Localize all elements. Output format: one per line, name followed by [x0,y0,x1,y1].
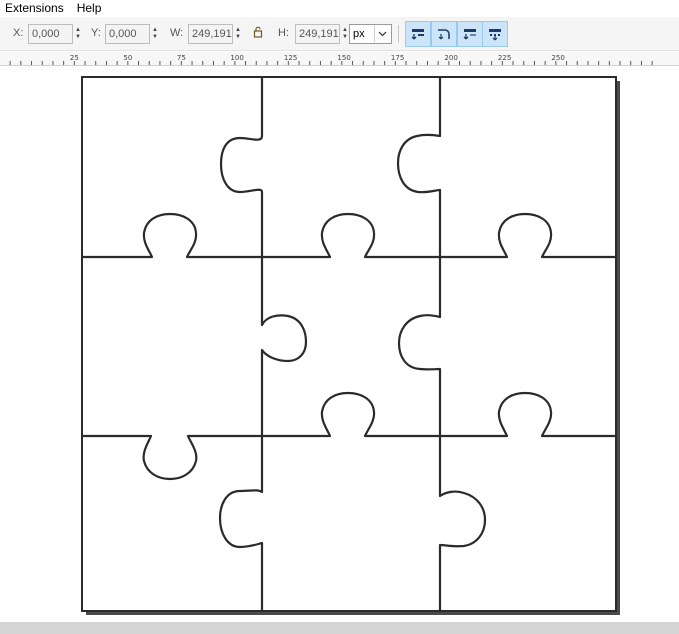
x-field[interactable]: 0,000 [28,24,73,44]
move-gradients-icon [463,29,476,40]
page-border [81,76,617,612]
move-patterns-icon [489,29,501,41]
x-spin-arrows[interactable]: ▲ ▼ [73,24,83,44]
ruler-label: 250 [551,54,564,62]
lock-icon[interactable] [252,26,264,40]
tool-controls-bar: X: 0,000 ▲ ▼ Y: 0,000 ▲ ▼ W: 249,191 ▲ ▼ H:… [0,17,679,51]
ruler-label: 25 [70,54,79,62]
scale-corners-icon [438,29,450,40]
ruler-label: 150 [337,54,350,62]
y-field[interactable]: 0,000 [105,24,150,44]
drawing-area [80,76,620,615]
menu-help[interactable]: Help [71,0,109,17]
x-label: X: [13,27,24,39]
canvas[interactable] [0,66,679,622]
y-spin-arrows[interactable]: ▲ ▼ [150,24,160,44]
ruler-label: 100 [230,54,243,62]
horizontal-scrollbar[interactable] [0,622,679,634]
ruler-label: 175 [391,54,404,62]
ruler-label: 200 [444,54,457,62]
menu-bar: Extensions Help [0,0,679,17]
unit-value: px [353,28,365,40]
ruler-label: 225 [498,54,511,62]
toolbar-separator [398,25,399,43]
ruler-label: 50 [123,54,132,62]
unit-select[interactable]: px [349,24,392,44]
w-label: W: [170,27,184,39]
menu-extensions[interactable]: Extensions [0,0,71,17]
scale-stroke-icon [411,29,424,40]
chevron-down-icon [374,26,390,42]
ruler-ticks: 25 50 75 100 125 150 175 200 225 250 [9,54,653,65]
move-gradients-toggle[interactable] [457,21,483,47]
scale-corners-toggle[interactable] [431,21,457,47]
h-label: H: [278,27,289,39]
scale-stroke-toggle[interactable] [405,21,431,47]
height-field[interactable]: 249,191 [295,24,340,44]
width-field[interactable]: 249,191 [188,24,233,44]
move-patterns-toggle[interactable] [482,21,508,47]
width-spin-arrows[interactable]: ▲ ▼ [233,24,243,44]
ruler-label: 75 [177,54,186,62]
horizontal-ruler[interactable]: 25 50 75 100 125 150 175 200 225 250 [0,52,679,66]
y-label: Y: [91,27,101,39]
ruler-label: 125 [284,54,297,62]
